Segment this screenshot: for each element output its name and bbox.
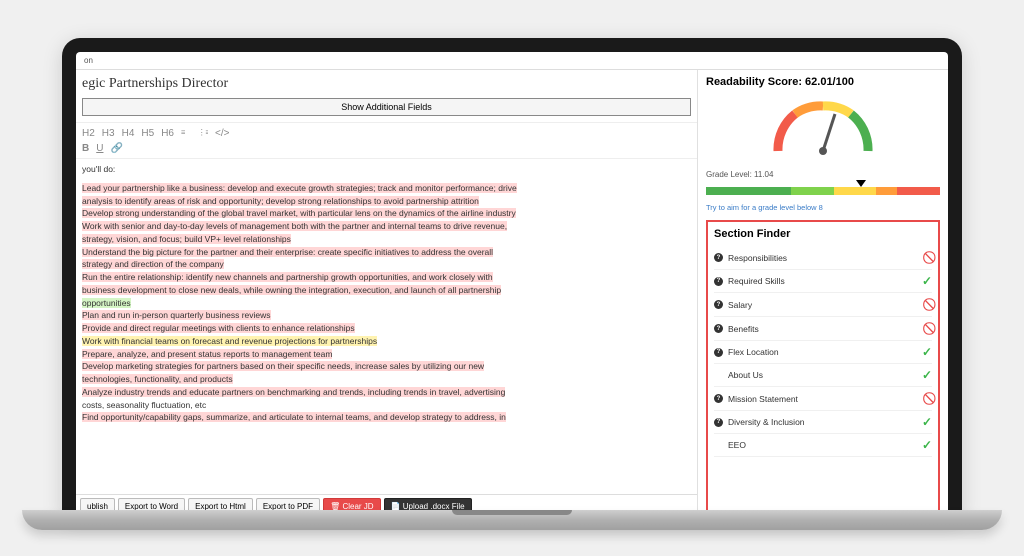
section-finder-item[interactable]: ? Diversity & Inclusion ✓ (714, 411, 932, 434)
bold-button[interactable]: B (82, 143, 89, 154)
numbered-list-button[interactable]: ≡ (181, 127, 191, 140)
svg-text:≡: ≡ (181, 128, 186, 137)
editor-line[interactable]: Develop marketing strategies for partner… (82, 360, 691, 373)
section-finder-label: Diversity & Inclusion (728, 417, 805, 427)
heading-h3-button[interactable]: H3 (102, 128, 115, 139)
editor-line[interactable]: Provide and direct regular meetings with… (82, 322, 691, 335)
laptop-base (22, 510, 1002, 530)
help-icon[interactable]: ? (714, 277, 723, 286)
top-bar: on (76, 52, 948, 70)
editor-panel: egic Partnerships Director Show Addition… (76, 70, 698, 518)
underline-button[interactable]: U (96, 143, 103, 154)
grade-level-label: Grade Level: 11.04 (706, 170, 940, 179)
section-finder-label: About Us (728, 370, 763, 380)
section-finder-item[interactable]: ? Flex Location ✓ (714, 341, 932, 364)
section-finder-panel: Section Finder ?Responsibilities⃠?Requir… (706, 220, 940, 512)
editor-line[interactable]: costs, seasonality fluctuation, etc (82, 399, 691, 412)
section-finder-item[interactable]: ?About Us✓ (714, 364, 932, 387)
intro-text: you'll do: (82, 163, 691, 176)
link-button[interactable]: 🔗 (110, 143, 122, 154)
help-icon[interactable]: ? (714, 394, 723, 403)
bullet-list-button[interactable]: ⋮≡ (198, 127, 208, 140)
section-finder-item[interactable]: ?Salary⃠ (714, 293, 932, 317)
bullets-container: Lead your partnership like a business: d… (82, 182, 691, 424)
section-finder-label: Required Skills (728, 276, 785, 286)
check-icon: ✓ (922, 274, 932, 288)
help-icon[interactable]: ? (714, 253, 723, 262)
editor-line[interactable]: strategy and direction of the company (82, 258, 691, 271)
readability-score-title: Readability Score: 62.01/100 (706, 76, 940, 88)
section-finder-item[interactable]: ? Required Skills ✓ (714, 270, 932, 293)
editor-line[interactable]: analysis to identify areas of risk and o… (82, 195, 691, 208)
editor-line[interactable]: business development to close new deals,… (82, 284, 691, 297)
show-additional-fields-button[interactable]: Show Additional Fields (82, 98, 691, 116)
check-icon: ✓ (922, 368, 932, 382)
help-icon[interactable]: ? (714, 324, 723, 333)
grade-tip-link[interactable]: Try to aim for a grade level below 8 (706, 203, 940, 212)
editor-line[interactable]: Plan and run in-person quarterly busines… (82, 309, 691, 322)
editor-line[interactable]: Lead your partnership like a business: d… (82, 182, 691, 195)
editor-line[interactable]: Work with senior and day-to-day levels o… (82, 220, 691, 233)
editor-toolbar: H2 H3 H4 H5 H6 ≡ ⋮≡ </> B (76, 122, 697, 159)
readability-gauge (706, 94, 940, 162)
heading-h5-button[interactable]: H5 (141, 128, 154, 139)
heading-h2-button[interactable]: H2 (82, 128, 95, 139)
check-icon: ✓ (922, 345, 932, 359)
section-finder-label: Flex Location (728, 347, 779, 357)
analysis-panel: Readability Score: 62.01/100 Grade Level… (698, 70, 948, 518)
section-finder-label: Responsibilities (728, 253, 787, 263)
editor-line[interactable]: opportunities (82, 297, 691, 310)
editor-line[interactable]: Understand the big picture for the partn… (82, 246, 691, 259)
section-finder-item[interactable]: ?Benefits⃠ (714, 317, 932, 341)
check-icon: ✓ (922, 415, 932, 429)
grade-pointer-icon (856, 180, 866, 187)
gauge-icon (763, 96, 883, 158)
section-finder-list: ?Responsibilities⃠?Required Skills✓?Sala… (714, 246, 932, 457)
svg-text:⋮≡: ⋮≡ (198, 128, 208, 137)
section-finder-label: Benefits (728, 324, 759, 334)
editor-body[interactable]: you'll do: Lead your partnership like a … (76, 159, 697, 494)
code-button[interactable]: </> (215, 128, 229, 139)
editor-line[interactable]: Analyze industry trends and educate part… (82, 386, 691, 399)
editor-line[interactable]: Find opportunity/capability gaps, summar… (82, 411, 691, 424)
section-finder-item[interactable]: ?Responsibilities⃠ (714, 246, 932, 270)
breadcrumb: on (84, 56, 93, 65)
editor-line[interactable]: Run the entire relationship: identify ne… (82, 271, 691, 284)
heading-h6-button[interactable]: H6 (161, 128, 174, 139)
content-row: egic Partnerships Director Show Addition… (76, 70, 948, 518)
help-icon[interactable]: ? (714, 418, 723, 427)
grade-level-bar (706, 187, 940, 195)
job-title: egic Partnerships Director (76, 70, 697, 96)
editor-line[interactable]: Develop strong understanding of the glob… (82, 207, 691, 220)
editor-line[interactable]: Work with financial teams on forecast an… (82, 335, 691, 348)
help-icon[interactable]: ? (714, 300, 723, 309)
section-finder-label: Salary (728, 300, 752, 310)
section-finder-title: Section Finder (714, 228, 932, 240)
help-icon[interactable]: ? (714, 348, 723, 357)
editor-line[interactable]: strategy, vision, and focus; build VP+ l… (82, 233, 691, 246)
editor-line[interactable]: Prepare, analyze, and present status rep… (82, 348, 691, 361)
section-finder-item[interactable]: ?Mission Statement⃠ (714, 387, 932, 411)
section-finder-label: EEO (728, 440, 746, 450)
section-finder-label: Mission Statement (728, 394, 798, 404)
section-finder-item[interactable]: ?EEO✓ (714, 434, 932, 457)
laptop-frame: on egic Partnerships Director Show Addit… (62, 38, 962, 518)
heading-h4-button[interactable]: H4 (122, 128, 135, 139)
app-screen: on egic Partnerships Director Show Addit… (76, 52, 948, 518)
check-icon: ✓ (922, 438, 932, 452)
editor-line[interactable]: technologies, functionality, and product… (82, 373, 691, 386)
